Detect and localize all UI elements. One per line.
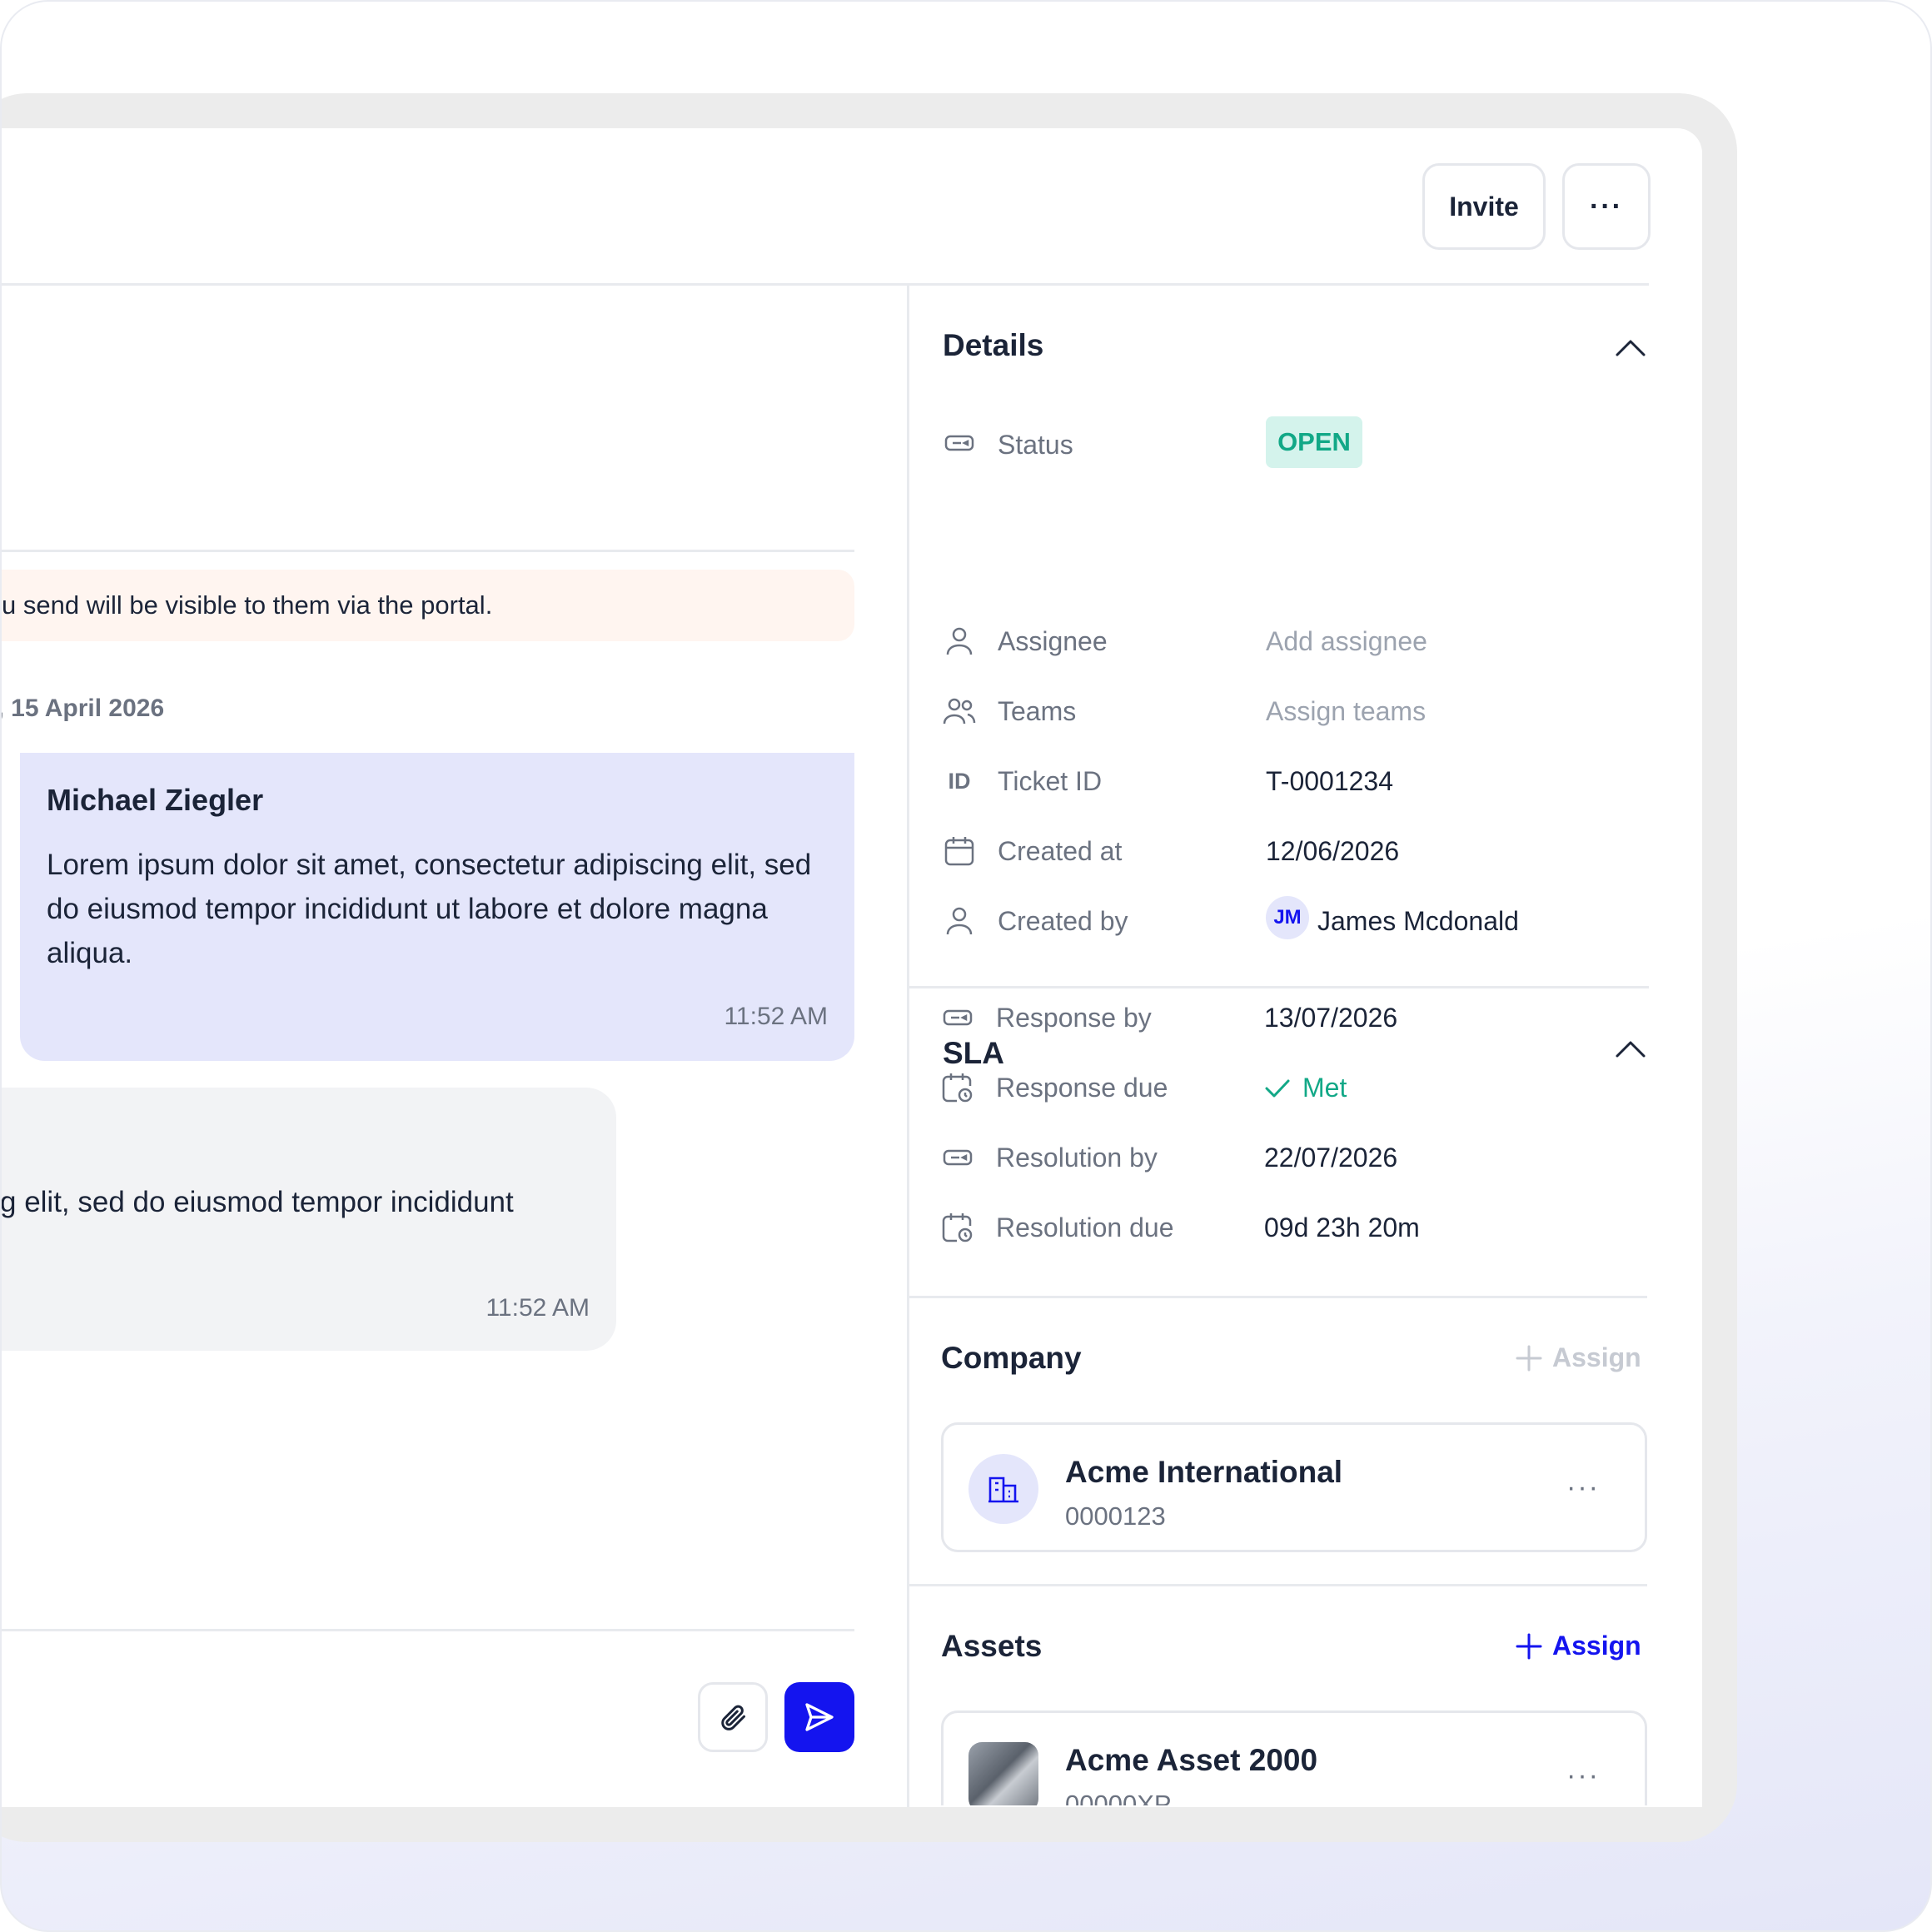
- asset-card[interactable]: Acme Asset 2000 00000XP ···: [941, 1710, 1647, 1805]
- resolution-by-label: Resolution by: [996, 1143, 1158, 1173]
- assets-assign-button[interactable]: Assign: [1516, 1631, 1641, 1661]
- plus-icon: [1516, 1633, 1542, 1659]
- company-assign-button[interactable]: Assign: [1516, 1342, 1641, 1373]
- asset-thumbnail: [968, 1742, 1038, 1805]
- resolution-by-value: 22/07/2026: [1264, 1143, 1398, 1173]
- calendar-clock-icon: [941, 1071, 974, 1104]
- ticket-icon: [941, 1001, 974, 1034]
- asset-code: 00000XP: [1065, 1790, 1172, 1805]
- company-name: Acme International: [1065, 1455, 1343, 1489]
- assets-assign-label: Assign: [1552, 1631, 1641, 1661]
- calendar-clock-icon: [941, 1211, 974, 1244]
- section-divider: [908, 1584, 1647, 1586]
- check-icon: [1265, 1079, 1290, 1097]
- company-card[interactable]: Acme International 0000123 ···: [941, 1422, 1647, 1552]
- section-divider: [908, 1296, 1647, 1298]
- response-by-label: Response by: [996, 1003, 1152, 1033]
- response-due-label: Response due: [996, 1073, 1168, 1103]
- building-icon: [968, 1454, 1038, 1524]
- assets-title: Assets: [941, 1629, 1043, 1663]
- resolution-due-value: 09d 23h 20m: [1264, 1212, 1420, 1242]
- company-assign-label: Assign: [1552, 1342, 1641, 1372]
- sidebar-lower: Response by 13/07/2026 Response due Met …: [0, 127, 1700, 1805]
- plus-icon: [1516, 1345, 1542, 1371]
- asset-more-icon[interactable]: ···: [1566, 1760, 1600, 1792]
- asset-name: Acme Asset 2000: [1065, 1743, 1318, 1777]
- response-by-value: 13/07/2026: [1264, 1003, 1398, 1033]
- response-due-value: Met: [1264, 1073, 1347, 1103]
- ticket-icon: [941, 1141, 974, 1174]
- company-code: 0000123: [1065, 1501, 1166, 1531]
- company-title: Company: [941, 1341, 1082, 1375]
- met-text: Met: [1302, 1073, 1347, 1103]
- company-more-icon[interactable]: ···: [1566, 1471, 1600, 1504]
- resolution-due-label: Resolution due: [996, 1212, 1174, 1242]
